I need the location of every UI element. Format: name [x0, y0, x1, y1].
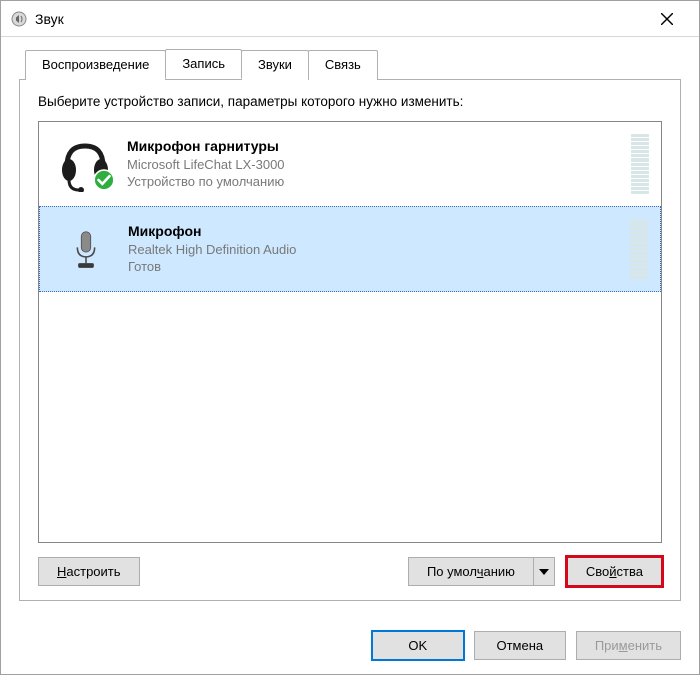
device-info: Микрофон Realtek High Definition Audio Г… [128, 222, 620, 276]
level-meter [630, 219, 648, 279]
microphone-icon [58, 221, 114, 277]
titlebar: Звук [1, 1, 699, 37]
set-default-button[interactable]: По умолчанию [408, 557, 533, 586]
dialog-buttons: OK Отмена Применить [1, 617, 699, 674]
properties-button[interactable]: Свойства [567, 557, 662, 586]
ok-button[interactable]: OK [372, 631, 464, 660]
device-name: Микрофон [128, 222, 620, 241]
device-status: Готов [128, 258, 620, 276]
set-default-dropdown[interactable] [533, 557, 555, 586]
headset-icon [57, 136, 113, 192]
panel-buttons: Настроить По умолчанию Свойства [38, 557, 662, 586]
tab-sounds[interactable]: Звуки [241, 50, 309, 80]
device-row[interactable]: Микрофон Realtek High Definition Audio Г… [39, 206, 661, 292]
level-meter [631, 134, 649, 194]
tab-strip: Воспроизведение Запись Звуки Связь [19, 49, 681, 79]
content: Воспроизведение Запись Звуки Связь Выбер… [1, 37, 699, 617]
tab-panel-recording: Выберите устройство записи, параметры ко… [19, 79, 681, 601]
window-title: Звук [35, 11, 64, 27]
tab-playback[interactable]: Воспроизведение [25, 50, 166, 80]
device-vendor: Realtek High Definition Audio [128, 241, 620, 259]
device-status: Устройство по умолчанию [127, 173, 621, 191]
instruction-text: Выберите устройство записи, параметры ко… [38, 94, 662, 109]
tab-communications[interactable]: Связь [308, 50, 378, 80]
default-check-icon [93, 169, 115, 194]
sound-dialog: Звук Воспроизведение Запись Звуки Связь … [0, 0, 700, 675]
configure-button[interactable]: Настроить [38, 557, 140, 586]
cancel-button[interactable]: Отмена [474, 631, 566, 660]
device-info: Микрофон гарнитуры Microsoft LifeChat LX… [127, 137, 621, 191]
recording-device-list[interactable]: Микрофон гарнитуры Microsoft LifeChat LX… [38, 121, 662, 543]
device-row[interactable]: Микрофон гарнитуры Microsoft LifeChat LX… [39, 122, 661, 206]
apply-button[interactable]: Применить [576, 631, 681, 660]
sound-icon [11, 11, 27, 27]
device-vendor: Microsoft LifeChat LX-3000 [127, 156, 621, 174]
set-default-split: По умолчанию [408, 557, 555, 586]
device-name: Микрофон гарнитуры [127, 137, 621, 156]
tab-recording[interactable]: Запись [165, 49, 242, 79]
close-button[interactable] [644, 4, 689, 34]
